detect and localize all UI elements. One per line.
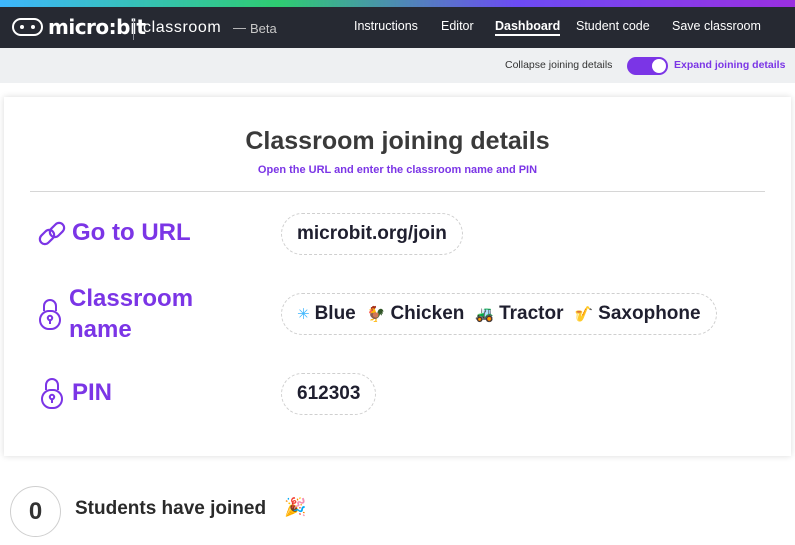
nav-save-classroom[interactable]: Save classroom bbox=[672, 19, 761, 33]
url-label: Go to URL bbox=[72, 219, 191, 246]
rainbow-strip bbox=[0, 0, 795, 7]
pin-value: 612303 bbox=[281, 373, 377, 415]
logo-divider bbox=[133, 18, 134, 40]
app-separator: — bbox=[233, 20, 246, 35]
top-bar: micro:bit classroom — Beta Instructions … bbox=[0, 7, 795, 48]
classroom-word: 🚜 Tractor bbox=[475, 303, 563, 325]
card-subtitle: Open the URL and enter the classroom nam… bbox=[257, 164, 538, 176]
logo-text: micro:bit bbox=[48, 15, 146, 39]
microbit-logo-icon bbox=[12, 18, 43, 36]
joining-details-toggle[interactable] bbox=[627, 57, 668, 75]
url-value: microbit.org/join bbox=[281, 213, 463, 255]
classroom-word: ✳ Blue bbox=[297, 303, 356, 325]
classroom-word-text: Blue bbox=[314, 303, 356, 324]
toggle-knob bbox=[652, 59, 666, 73]
student-count: 0 bbox=[10, 486, 61, 537]
nav-student-code[interactable]: Student code bbox=[576, 19, 650, 33]
expand-label: Expand joining details bbox=[674, 59, 786, 71]
classroom-label-line2: name bbox=[69, 316, 132, 343]
collapse-label: Collapse joining details bbox=[505, 59, 613, 71]
classroom-word-text: Saxophone bbox=[598, 303, 701, 324]
card-divider bbox=[30, 191, 765, 192]
party-popper-icon: 🎉 bbox=[284, 497, 307, 518]
saxophone-icon: 🎷 bbox=[574, 305, 594, 323]
lock-icon bbox=[41, 378, 63, 409]
chicken-icon: 🐓 bbox=[366, 305, 386, 323]
classroom-word-text: Tractor bbox=[499, 303, 564, 324]
classroom-word: 🎷 Saxophone bbox=[574, 303, 700, 325]
card-title: Classroom joining details bbox=[245, 127, 550, 155]
joining-details-bar: Collapse joining details Expand joining … bbox=[0, 48, 795, 83]
students-joined-label: Students have joined bbox=[75, 498, 267, 519]
app-name: classroom bbox=[143, 19, 222, 36]
nav-dashboard[interactable]: Dashboard bbox=[495, 19, 561, 36]
classroom-name-value: ✳ Blue 🐓 Chicken 🚜 Tractor 🎷 Saxophone bbox=[281, 293, 717, 335]
nav-instructions[interactable]: Instructions bbox=[354, 19, 418, 33]
microbit-logo[interactable]: micro:bit bbox=[12, 15, 146, 39]
classroom-label-line1: Classroom bbox=[69, 285, 194, 312]
link-icon bbox=[38, 221, 66, 246]
pin-label: PIN bbox=[72, 379, 113, 406]
joining-details-card: Classroom joining details Open the URL a… bbox=[4, 97, 791, 456]
beta-label: Beta bbox=[250, 21, 277, 36]
classroom-word-text: Chicken bbox=[390, 303, 465, 324]
lock-icon bbox=[39, 299, 61, 330]
nav-editor[interactable]: Editor bbox=[441, 19, 474, 33]
classroom-word: 🐓 Chicken bbox=[367, 303, 465, 325]
tractor-icon: 🚜 bbox=[475, 305, 495, 323]
blue-sparkle-icon: ✳ bbox=[297, 305, 310, 323]
